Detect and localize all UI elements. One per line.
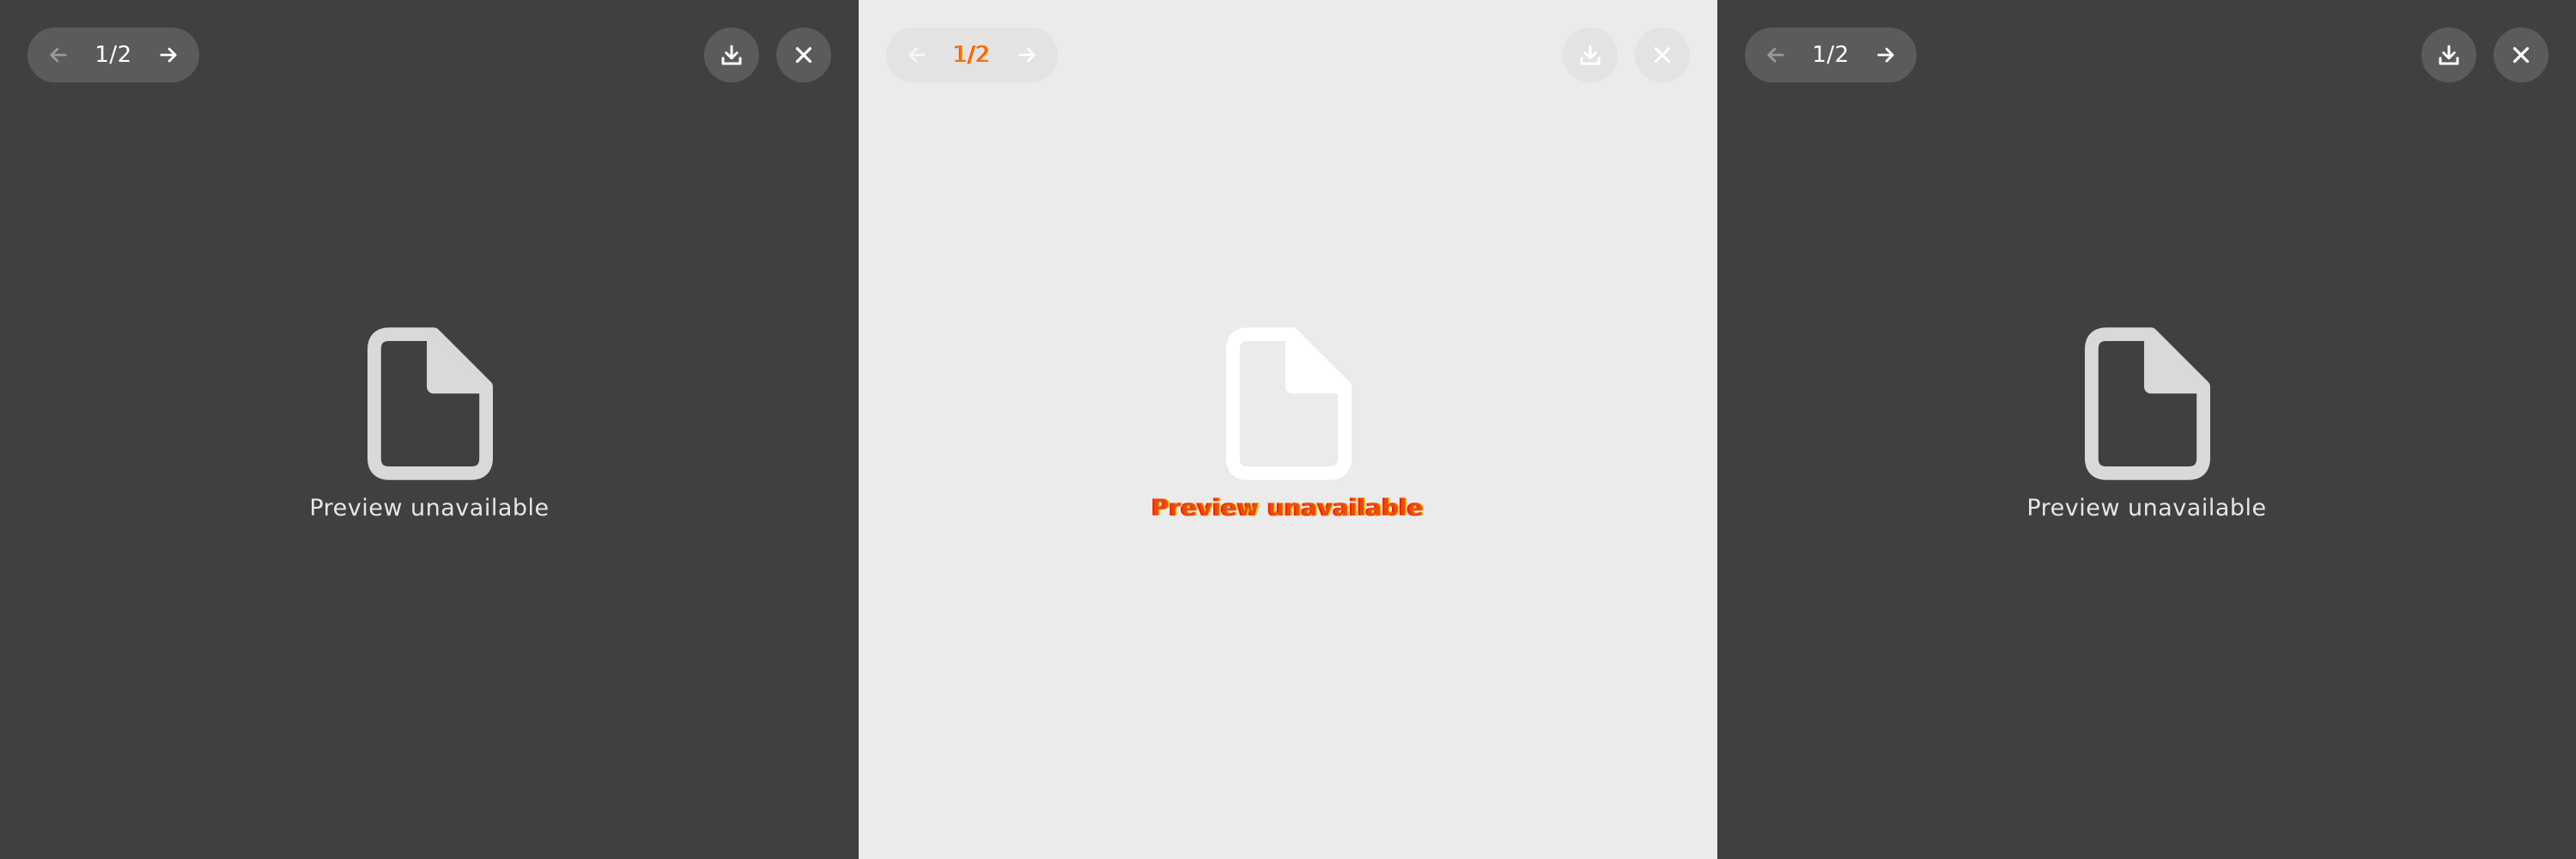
page-counter: 1/2 [94, 42, 132, 68]
preview-placeholder: Preview unavailable [0, 326, 859, 521]
page-pager: 1/2 [27, 27, 199, 82]
download-button[interactable] [1563, 27, 1618, 82]
file-icon [367, 327, 493, 480]
preview-panel-light: 1/2 Preview unavailable [859, 0, 1717, 859]
preview-unavailable-text: Preview unavailable [1151, 495, 1425, 521]
preview-placeholder: Preview unavailable [1717, 326, 2576, 521]
download-button[interactable] [2421, 27, 2476, 82]
download-button[interactable] [704, 27, 759, 82]
preview-unavailable-text: Preview unavailable [2026, 495, 2267, 521]
close-button[interactable] [776, 27, 831, 82]
preview-placeholder: Preview unavailable [859, 326, 1717, 521]
preview-unavailable-text: Preview unavailable [309, 495, 550, 521]
download-icon [1580, 45, 1601, 65]
preview-panel-dark-1: 1/2 Preview unavailable [0, 0, 859, 859]
next-page-button[interactable] [1010, 38, 1044, 72]
preview-panel-dark-2: 1/2 Preview unavailable [1717, 0, 2576, 859]
arrow-left-icon [50, 47, 67, 63]
page-counter: 1/2 [1812, 42, 1850, 68]
preview-viewer-comparison: 1/2 Preview unavailable 1/2 Preview unav… [0, 0, 2576, 859]
previous-page-button[interactable] [900, 38, 934, 72]
arrow-left-icon [1767, 47, 1784, 63]
download-icon [721, 45, 742, 65]
next-page-button[interactable] [151, 38, 185, 72]
previous-page-button[interactable] [1759, 38, 1793, 72]
page-pager: 1/2 [1745, 27, 1917, 82]
previous-page-button[interactable] [41, 38, 76, 72]
close-icon [1654, 46, 1671, 64]
arrow-right-icon [1018, 47, 1036, 63]
arrow-left-icon [908, 47, 926, 63]
file-icon [2084, 327, 2210, 480]
download-icon [2439, 45, 2459, 65]
close-icon [795, 46, 812, 64]
arrow-right-icon [160, 47, 177, 63]
page-counter: 1/2 [953, 42, 991, 68]
arrow-right-icon [1877, 47, 1894, 63]
close-button[interactable] [2494, 27, 2549, 82]
next-page-button[interactable] [1868, 38, 1903, 72]
close-icon [2512, 46, 2530, 64]
file-icon [1225, 327, 1352, 480]
close-button[interactable] [1635, 27, 1690, 82]
page-pager: 1/2 [886, 27, 1058, 82]
